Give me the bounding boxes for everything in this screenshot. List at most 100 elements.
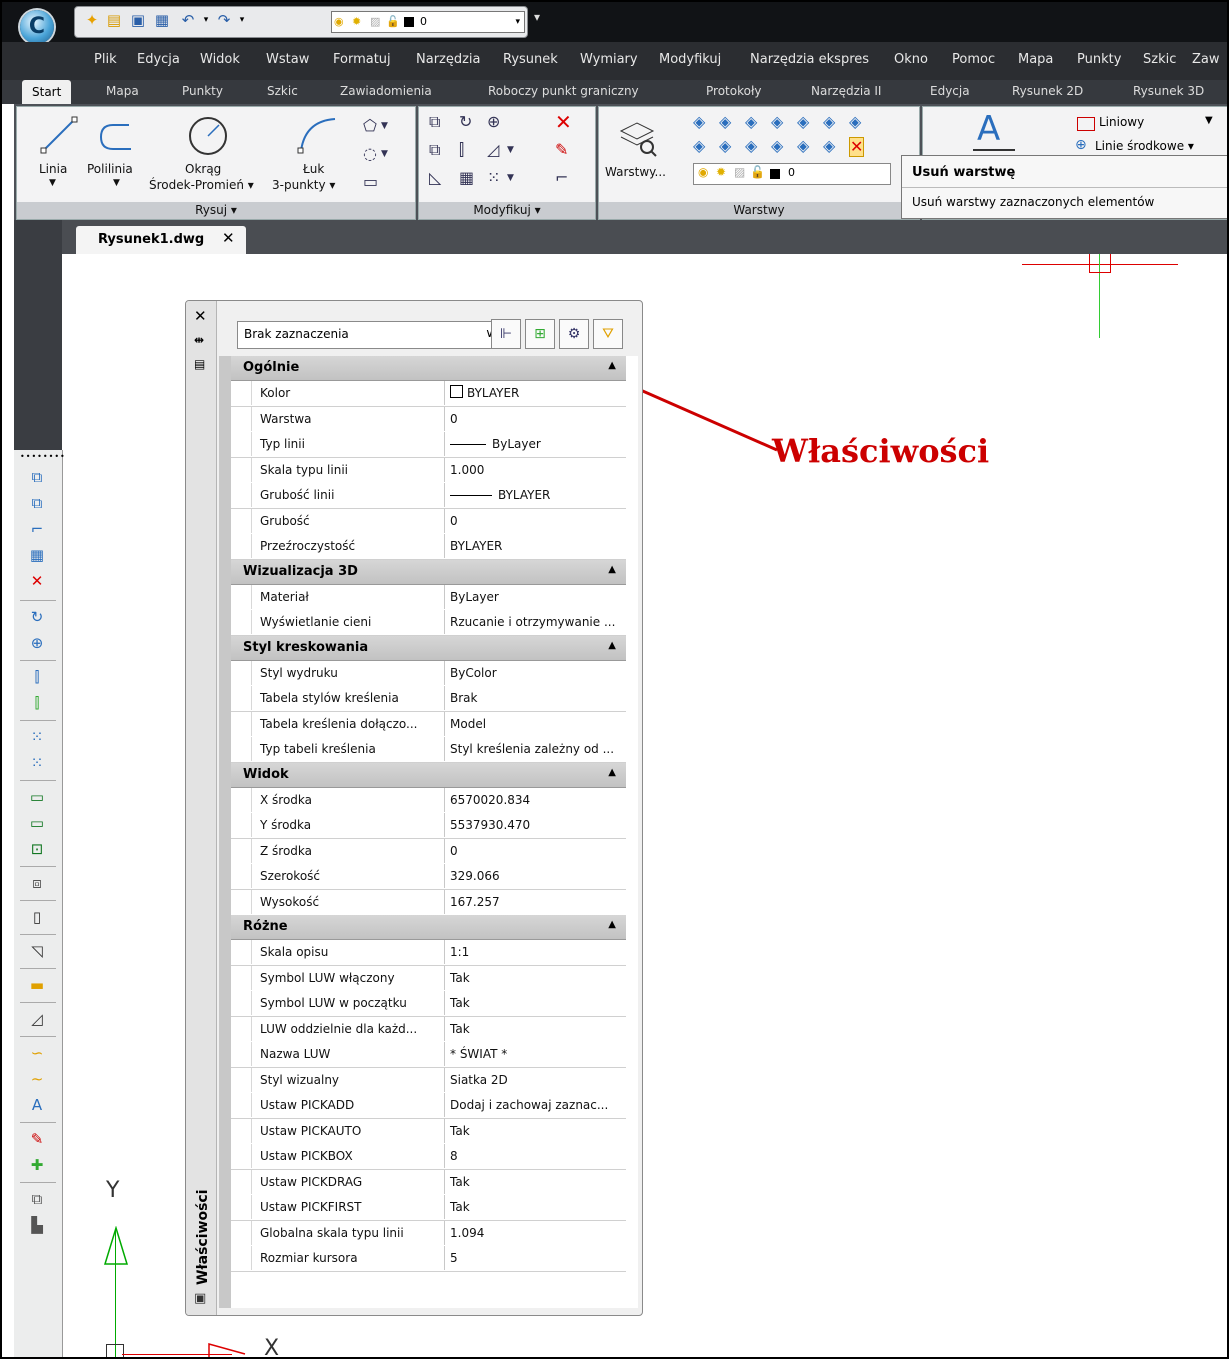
copy-icon[interactable]: ⧉ [429, 113, 440, 131]
eraser-icon[interactable]: ✎ [555, 141, 568, 159]
property-value[interactable]: BYLAYER [444, 381, 626, 405]
property-value[interactable]: 167.257 [444, 890, 626, 914]
menu-edycja[interactable]: Edycja [137, 52, 180, 67]
menu-punkty[interactable]: Punkty [1077, 52, 1121, 67]
add-icon[interactable]: ✚ [26, 1154, 48, 1176]
menu-okno[interactable]: Okno [894, 52, 928, 67]
tab-zawiadomienia[interactable]: Zawiadomienia [340, 84, 432, 98]
property-value[interactable]: 329.066 [444, 864, 626, 888]
erase-icon[interactable]: ✕ [555, 112, 572, 132]
quick-select-icon[interactable]: ⚙ [559, 319, 589, 349]
layers-stack-icon[interactable] [617, 117, 657, 157]
new-file-icon[interactable]: ✦ [83, 11, 101, 29]
property-value[interactable]: Siatka 2D [444, 1068, 626, 1092]
select-objects-icon[interactable]: ⊞ [525, 319, 555, 349]
menu-wymiary[interactable]: Wymiary [580, 52, 638, 67]
chevron-down-icon[interactable]: ▼ [381, 117, 388, 135]
property-value[interactable]: 5537930.470 [444, 813, 626, 837]
rotate-icon[interactable]: ↻ [26, 606, 48, 628]
property-value[interactable]: 5 [444, 1246, 626, 1270]
property-value[interactable]: * ŚWIAT * [444, 1042, 626, 1066]
property-value[interactable]: Tak [444, 966, 626, 990]
centerlines-label[interactable]: Linie środkowe ▾ [1095, 139, 1194, 153]
collapse-icon[interactable]: ▲ [608, 767, 616, 778]
join-icon[interactable]: ∼ [26, 1068, 48, 1090]
move-icon[interactable]: ⊕ [487, 113, 500, 131]
layer-tool-icon[interactable]: ◈ [719, 113, 731, 131]
property-value[interactable]: BYLAYER [444, 534, 626, 558]
document-tab[interactable]: Rysunek1.dwg ✕ [76, 226, 246, 254]
warstwy-button[interactable]: Warstwy... [605, 165, 666, 179]
property-value[interactable]: 1:1 [444, 940, 626, 964]
tab-rysunek-2d[interactable]: Rysunek 2D [1012, 84, 1083, 98]
property-value[interactable]: Brak [444, 686, 626, 710]
menu-narzedzia-ekspres[interactable]: Narzędzia ekspres [750, 52, 869, 67]
property-value[interactable]: 8 [444, 1144, 626, 1168]
erase-icon[interactable]: ✕ [26, 570, 48, 592]
property-value[interactable]: Tak [444, 991, 626, 1015]
menu-szkic[interactable]: Szkic [1143, 52, 1176, 67]
auto-hide-icon[interactable]: ⇹ [194, 333, 204, 347]
rectangle-icon[interactable]: ▭ [26, 786, 48, 808]
section-header[interactable]: Styl kreskowania ▲ [231, 635, 626, 661]
collapse-icon[interactable]: ▲ [608, 640, 616, 651]
tab-rysunek-3d[interactable]: Rysunek 3D [1133, 84, 1204, 98]
collapse-icon[interactable]: ▲ [608, 360, 616, 371]
property-value[interactable]: 0 [444, 407, 626, 431]
property-value[interactable]: Rzucanie i otrzymywanie ... [444, 610, 626, 634]
chevron-down-icon[interactable]: ▾ [515, 12, 520, 32]
lengthen-icon[interactable]: ▯ [26, 906, 48, 928]
tab-protokoly[interactable]: Protokoły [706, 84, 761, 98]
menu-widok[interactable]: Widok [200, 52, 240, 67]
menu-pomoc[interactable]: Pomoc [952, 52, 995, 67]
chevron-down-icon[interactable]: ▼ [1205, 115, 1213, 126]
chamfer-icon[interactable]: ◹ [26, 940, 48, 962]
palette-menu-icon[interactable]: ▤ [194, 357, 205, 371]
section-header[interactable]: Widok ▲ [231, 762, 626, 788]
ellipse-icon[interactable]: ◌ [363, 145, 377, 163]
copy-icon[interactable]: ⧉ [26, 466, 48, 488]
fillet-icon[interactable]: ⌐ [26, 518, 48, 540]
explode-icon[interactable]: ⁙ [26, 726, 48, 748]
layer-tool-icon[interactable]: ◈ [823, 113, 835, 131]
property-value[interactable]: 0 [444, 839, 626, 863]
filter-icon[interactable]: ⛛ [593, 319, 623, 349]
redo-dropdown-icon[interactable]: ▾ [233, 11, 251, 29]
menu-mapa[interactable]: Mapa [1018, 52, 1053, 67]
chevron-down-icon[interactable]: ▼ [507, 169, 514, 187]
section-header[interactable]: Wizualizacja 3D ▲ [231, 559, 626, 585]
copy-multiple-icon[interactable]: ⧉ [26, 492, 48, 514]
selection-dropdown[interactable]: Brak zaznaczenia ∨ [237, 321, 501, 349]
property-value[interactable]: 0 [444, 509, 626, 533]
property-value[interactable]: ByLayer [444, 585, 626, 609]
app-logo-icon[interactable]: C [20, 10, 54, 44]
property-value[interactable]: Tak [444, 1119, 626, 1143]
text-edit-icon[interactable]: A [26, 1094, 48, 1116]
rectangle-icon[interactable]: ▭ [363, 173, 378, 191]
close-icon[interactable]: ✕ [222, 229, 235, 247]
layer-tool-icon[interactable]: ◈ [823, 137, 835, 155]
save-as-icon[interactable]: ▦ [153, 11, 171, 29]
layer-tool-icon[interactable]: ◈ [693, 137, 705, 155]
explode-icon[interactable]: ⁙ [487, 169, 500, 187]
menu-rysunek[interactable]: Rysunek [503, 52, 558, 67]
trim-icon[interactable]: ◿ [26, 1008, 48, 1030]
tab-start[interactable]: Start [22, 80, 72, 104]
draw-panel-footer[interactable]: Rysuj ▾ [17, 202, 415, 219]
property-value[interactable]: BYLAYER [444, 483, 626, 507]
layer-dropdown[interactable]: ◉ ✹ ▨ 🔓 0 ▾ [331, 11, 525, 33]
property-value[interactable]: ByLayer [444, 432, 626, 456]
circle-icon[interactable] [187, 115, 229, 157]
layer-tool-icon[interactable]: ◈ [693, 113, 705, 131]
rectangle-icon[interactable]: ▭ [26, 812, 48, 834]
rotate-icon[interactable]: ↻ [459, 113, 472, 131]
save-icon[interactable]: ▣ [129, 11, 147, 29]
modify-panel-footer[interactable]: Modyfikuj ▾ [419, 202, 595, 219]
text-icon[interactable]: A [977, 109, 1000, 149]
menu-modyfikuj[interactable]: Modyfikuj [659, 52, 721, 67]
collapse-icon[interactable]: ▲ [608, 564, 616, 575]
menu-plik[interactable]: Plik [94, 52, 117, 67]
okrag-label[interactable]: Okrąg [185, 162, 221, 176]
eraser-icon[interactable]: ✎ [26, 1128, 48, 1150]
copy-multiple-icon[interactable]: ⧉ [429, 141, 440, 159]
